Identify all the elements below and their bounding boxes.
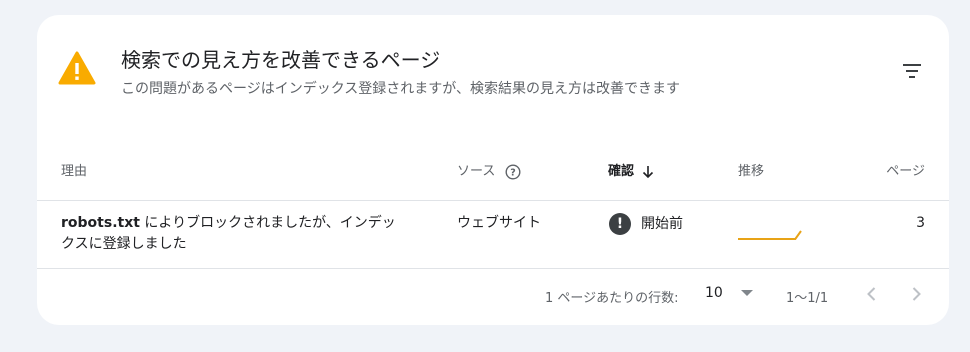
pagination-footer: 1 ページあたりの行数: 10 1〜1/1 xyxy=(37,269,949,325)
exclamation-icon: ! xyxy=(609,213,631,235)
svg-text:?: ? xyxy=(511,168,517,179)
row-reason: robots.txt によりブロックされましたが、インデックスに登録しました xyxy=(61,213,406,255)
card-title: 検索での見え方を改善できるページ xyxy=(121,48,441,72)
column-header-confirmation-label: 確認 xyxy=(608,164,635,179)
row-status: ! 開始前 xyxy=(609,213,683,235)
sort-arrow-down-icon xyxy=(642,166,654,179)
table-row[interactable]: robots.txt によりブロックされましたが、インデックスに登録しました ウ… xyxy=(37,201,949,268)
chevron-left-icon[interactable] xyxy=(861,283,883,305)
trend-sparkline xyxy=(738,230,802,240)
column-header-reason[interactable]: 理由 xyxy=(61,163,87,181)
chevron-right-icon[interactable] xyxy=(905,283,927,305)
trend-line xyxy=(738,230,802,240)
column-header-pages[interactable]: ページ xyxy=(886,163,925,181)
column-header-trend: 推移 xyxy=(738,164,765,179)
card-subtitle: この問題があるページはインデックス登録されますが、検索結果の見え方は改善できます xyxy=(121,81,681,97)
column-header-confirmation[interactable]: 確認 xyxy=(608,163,654,181)
row-reason-bold: robots.txt xyxy=(61,215,140,231)
rows-per-page-value: 10 xyxy=(705,285,723,301)
row-source: ウェブサイト xyxy=(457,215,541,231)
filter-icon[interactable] xyxy=(899,59,925,83)
dropdown-caret-icon xyxy=(740,290,753,296)
column-header-source[interactable]: ソース ? xyxy=(457,163,521,181)
column-header-source-label: ソース xyxy=(457,164,496,179)
rows-per-page-label: 1 ページあたりの行数: xyxy=(545,291,679,306)
warning-icon xyxy=(58,51,96,85)
row-status-label: 開始前 xyxy=(641,215,683,232)
help-icon[interactable]: ? xyxy=(505,164,521,180)
rows-per-page-select[interactable]: 10 xyxy=(705,285,753,301)
pagination-range: 1〜1/1 xyxy=(786,291,829,306)
issue-card: 検索での見え方を改善できるページ この問題があるページはインデックス登録されます… xyxy=(37,15,949,325)
row-pages: 3 xyxy=(916,215,925,231)
